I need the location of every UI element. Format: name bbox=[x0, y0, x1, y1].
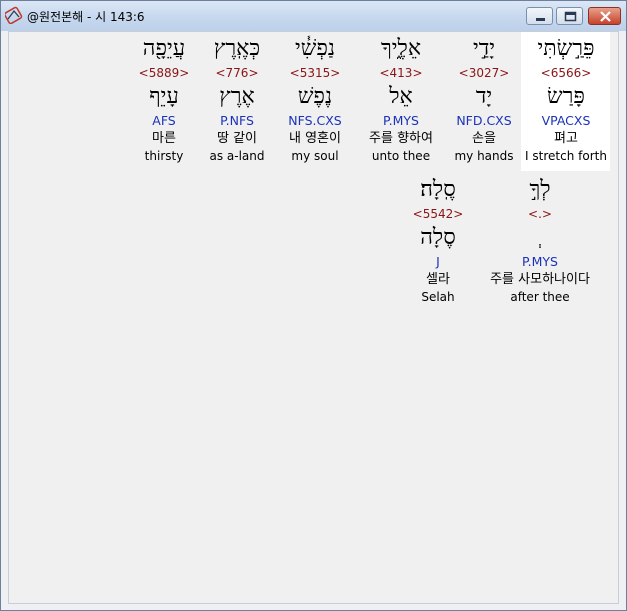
hebrew-root: ְ bbox=[480, 223, 600, 253]
minimize-button[interactable] bbox=[526, 7, 553, 25]
word-col-8[interactable]: סֶֽלָה׃ <5542> סֶלָה J 셀라 Selah bbox=[378, 174, 498, 306]
morphology-code: P.MYS bbox=[522, 254, 558, 269]
close-button[interactable] bbox=[588, 7, 621, 25]
app-logo-icon bbox=[5, 6, 23, 24]
word-col-6[interactable]: עֲיֵפָ֖ה <5889> עָיֵף AFS 마른 thirsty bbox=[104, 33, 224, 165]
english-gloss: Selah bbox=[421, 290, 455, 304]
maximize-button[interactable] bbox=[556, 7, 583, 25]
korean-gloss: 셀라 bbox=[426, 272, 450, 287]
hebrew-word: עֲיֵפָ֖ה bbox=[142, 36, 186, 61]
morphology-code: AFS bbox=[152, 113, 176, 128]
korean-gloss: 마른 bbox=[152, 131, 176, 146]
english-gloss: thirsty bbox=[144, 149, 184, 163]
word-col-7[interactable]: לְךָ֣ <.> ְ P.MYS 주를 사모하나이다 after thee bbox=[480, 174, 600, 306]
title-bar[interactable]: @원전본해 - 시 143:6 bbox=[1, 1, 626, 31]
hebrew-root: עָיֵף bbox=[149, 84, 179, 109]
app-window: @원전본해 - 시 143:6 פֵּרַ֣שְׂתִּי <6566> פָּ… bbox=[0, 0, 627, 611]
hebrew-word: סֶֽלָה׃ bbox=[420, 177, 456, 202]
korean-gloss: 주를 사모하나이다 bbox=[490, 272, 590, 287]
strong-number[interactable]: <5889> bbox=[104, 64, 224, 82]
minimize-icon bbox=[536, 18, 545, 21]
close-icon bbox=[600, 11, 611, 22]
strong-number[interactable]: <5542> bbox=[378, 205, 498, 223]
english-gloss: after thee bbox=[510, 290, 570, 304]
maximize-icon bbox=[564, 11, 577, 22]
hebrew-root: סֶלָה bbox=[420, 225, 456, 250]
strong-number[interactable]: <.> bbox=[480, 205, 600, 223]
morphology-code: J bbox=[436, 254, 440, 269]
window-title: @원전본해 - 시 143:6 bbox=[27, 10, 145, 24]
hebrew-word: לְךָ֣ bbox=[529, 177, 551, 202]
